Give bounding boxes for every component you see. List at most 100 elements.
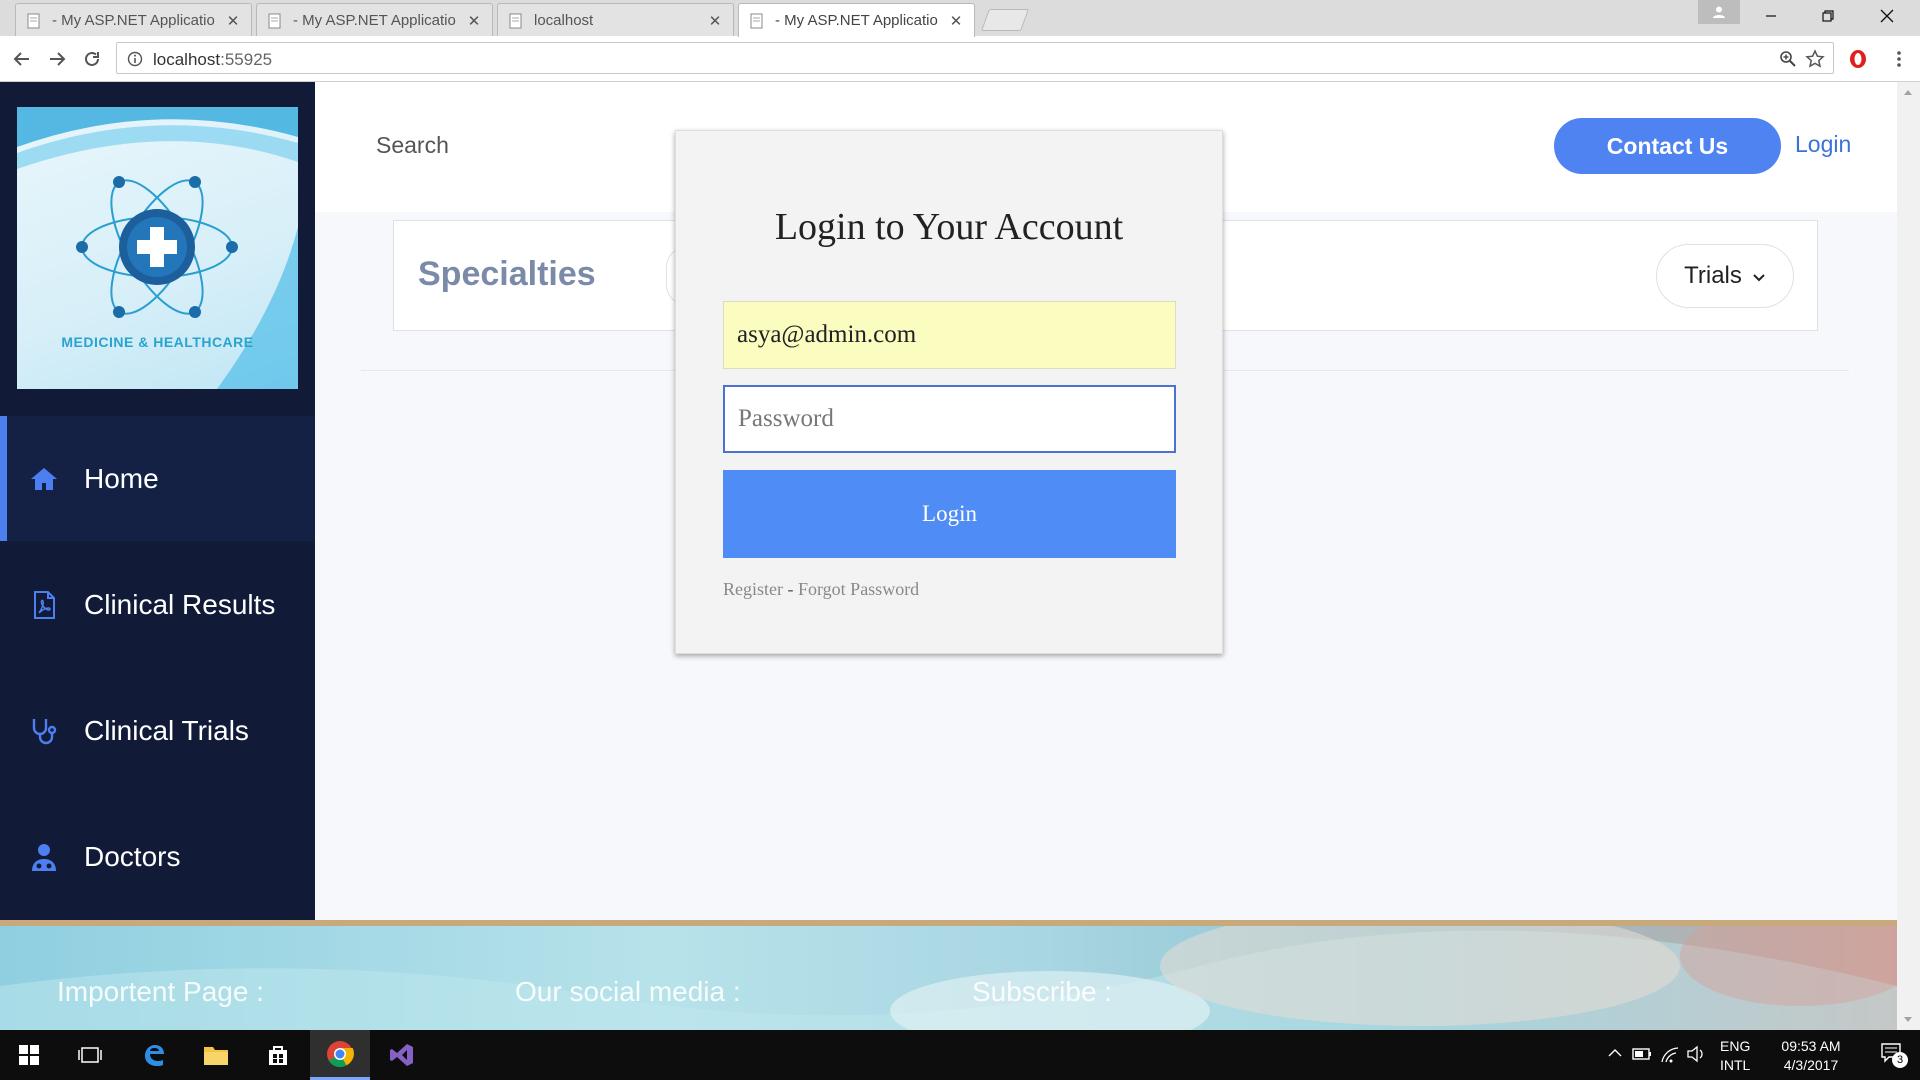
sidebar-item-label: Doctors <box>84 840 181 872</box>
keyboard-layout: INTL <box>1720 1057 1751 1073</box>
minimize-icon[interactable] <box>1748 0 1794 32</box>
sidebar-item-clinical-trials[interactable]: Clinical Trials <box>0 668 315 793</box>
page-icon <box>268 13 281 28</box>
windows-logo-icon <box>19 1045 39 1065</box>
browser-toolbar: localhost:55925 <box>0 36 1920 82</box>
email-field[interactable]: asya@admin.com <box>723 301 1176 369</box>
home-icon <box>31 467 57 490</box>
footer-heading-social-media: Our social media : <box>515 976 741 1007</box>
menu-dots-icon[interactable] <box>1888 48 1910 70</box>
sidebar-item-label: Clinical Results <box>84 588 276 620</box>
bookmark-star-icon[interactable] <box>1805 49 1825 69</box>
modal-title: Login to Your Account <box>774 206 1124 248</box>
zoom-icon[interactable] <box>1779 50 1797 68</box>
close-window-icon[interactable] <box>1864 0 1910 32</box>
close-tab-icon[interactable]: ✕ <box>948 12 964 30</box>
info-icon[interactable] <box>127 51 143 67</box>
url-port: :55925 <box>220 50 273 69</box>
forgot-password-link[interactable]: Forgot Password <box>798 579 919 599</box>
profile-icon[interactable] <box>1698 0 1740 24</box>
back-arrow-icon[interactable] <box>11 48 33 70</box>
browser-tab-bar: - My ASP.NET Applicatio ✕ - My ASP.NET A… <box>0 0 1920 37</box>
site-logo[interactable]: MEDICINE & HEALTHCARE <box>17 107 298 389</box>
close-tab-icon[interactable]: ✕ <box>707 12 723 30</box>
browser-tab[interactable]: - My ASP.NET Applicatio ✕ <box>256 3 493 37</box>
clock[interactable]: 09:53 AM 4/3/2017 <box>1768 1037 1854 1075</box>
chrome-taskbar-button[interactable] <box>310 1030 370 1080</box>
restore-icon[interactable] <box>1805 0 1851 32</box>
store-bag-icon <box>269 1046 287 1065</box>
search-link[interactable]: Search <box>376 132 449 159</box>
sidebar-item-label: Clinical Trials <box>84 714 249 746</box>
new-tab-button[interactable] <box>980 9 1030 31</box>
action-center-button[interactable]: 3 <box>1880 1042 1908 1068</box>
footer-background-image <box>0 926 1897 1030</box>
login-modal: Login to Your Account asya@admin.com Pas… <box>675 130 1223 654</box>
language-indicator[interactable]: ENG INTL <box>1720 1037 1750 1075</box>
browser-tab[interactable]: - My ASP.NET Applicatio ✕ <box>15 3 252 37</box>
start-button[interactable] <box>0 1030 58 1080</box>
folder-icon <box>204 1047 228 1065</box>
password-field[interactable]: Password <box>723 385 1176 453</box>
page-icon <box>750 13 763 28</box>
file-explorer-taskbar-button[interactable] <box>186 1030 246 1080</box>
pdf-document-icon <box>34 590 55 619</box>
clock-time: 09:53 AM <box>1781 1038 1841 1054</box>
edge-icon <box>145 1045 164 1066</box>
wifi-icon[interactable] <box>1660 1045 1680 1063</box>
battery-icon[interactable] <box>1632 1047 1652 1061</box>
register-link[interactable]: Register <box>723 579 783 599</box>
page-icon <box>27 13 40 28</box>
task-view-button[interactable] <box>60 1030 120 1080</box>
language-code: ENG <box>1720 1038 1751 1054</box>
browser-tab[interactable]: localhost ✕ <box>497 3 734 37</box>
tab-title: - My ASP.NET Applicatio <box>52 12 215 29</box>
visual-studio-icon <box>390 1044 413 1066</box>
sidebar-item-home[interactable]: Home <box>0 416 315 541</box>
sidebar-item-label: Home <box>84 462 159 494</box>
url-host: localhost <box>153 50 221 69</box>
windows-taskbar: ENG INTL 09:53 AM 4/3/2017 3 <box>0 1030 1920 1080</box>
close-tab-icon[interactable]: ✕ <box>225 12 241 30</box>
modal-links: Register - Forgot Password <box>723 579 919 600</box>
visual-studio-taskbar-button[interactable] <box>372 1030 432 1080</box>
chevron-down-icon <box>1753 274 1765 282</box>
scroll-up-icon[interactable] <box>1903 88 1913 96</box>
specialties-heading: Specialties <box>418 255 596 293</box>
login-button[interactable]: Login <box>723 470 1176 558</box>
tab-title: - My ASP.NET Applicatio <box>293 12 456 29</box>
scroll-down-icon[interactable] <box>1903 1016 1913 1024</box>
system-tray: ENG INTL 09:53 AM 4/3/2017 3 <box>1590 1030 1920 1080</box>
page-icon <box>509 13 522 28</box>
link-separator: - <box>783 579 798 599</box>
close-tab-icon[interactable]: ✕ <box>466 12 482 30</box>
tab-title: - My ASP.NET Applicatio <box>775 12 938 29</box>
logo-text: MEDICINE & HEALTHCARE <box>61 334 254 350</box>
volume-icon[interactable] <box>1686 1045 1706 1063</box>
doctor-icon <box>32 843 56 871</box>
trials-dropdown-label: Trials <box>1684 262 1742 289</box>
page-scrollbar[interactable] <box>1897 82 1920 1030</box>
edge-taskbar-button[interactable] <box>124 1030 184 1080</box>
contact-us-button[interactable]: Contact Us <box>1554 118 1781 174</box>
login-link[interactable]: Login <box>1795 131 1851 158</box>
sidebar-item-doctors[interactable]: Doctors <box>0 794 315 919</box>
forward-arrow-icon[interactable] <box>46 48 68 70</box>
tab-title: localhost <box>534 12 594 29</box>
sidebar: MEDICINE & HEALTHCARE Home Clinical Resu… <box>0 82 315 920</box>
address-bar[interactable]: localhost:55925 <box>116 42 1834 74</box>
opera-extension-icon[interactable] <box>1847 48 1869 70</box>
chrome-icon <box>327 1040 354 1067</box>
footer-heading-subscribe: Subscribe : <box>972 976 1113 1007</box>
trials-dropdown[interactable]: Trials <box>1656 244 1794 308</box>
reload-icon[interactable] <box>81 48 103 70</box>
store-taskbar-button[interactable] <box>248 1030 308 1080</box>
notification-count-badge: 3 <box>1892 1052 1908 1068</box>
stethoscope-icon <box>32 718 57 744</box>
clock-date: 4/3/2017 <box>1783 1057 1839 1073</box>
task-view-icon <box>78 1047 102 1063</box>
site-footer: Importent Page : Our social media : Subs… <box>0 920 1897 1030</box>
browser-tab-active[interactable]: - My ASP.NET Applicatio ✕ <box>738 3 975 37</box>
chevron-up-icon[interactable] <box>1608 1048 1622 1058</box>
sidebar-item-clinical-results[interactable]: Clinical Results <box>0 542 315 667</box>
